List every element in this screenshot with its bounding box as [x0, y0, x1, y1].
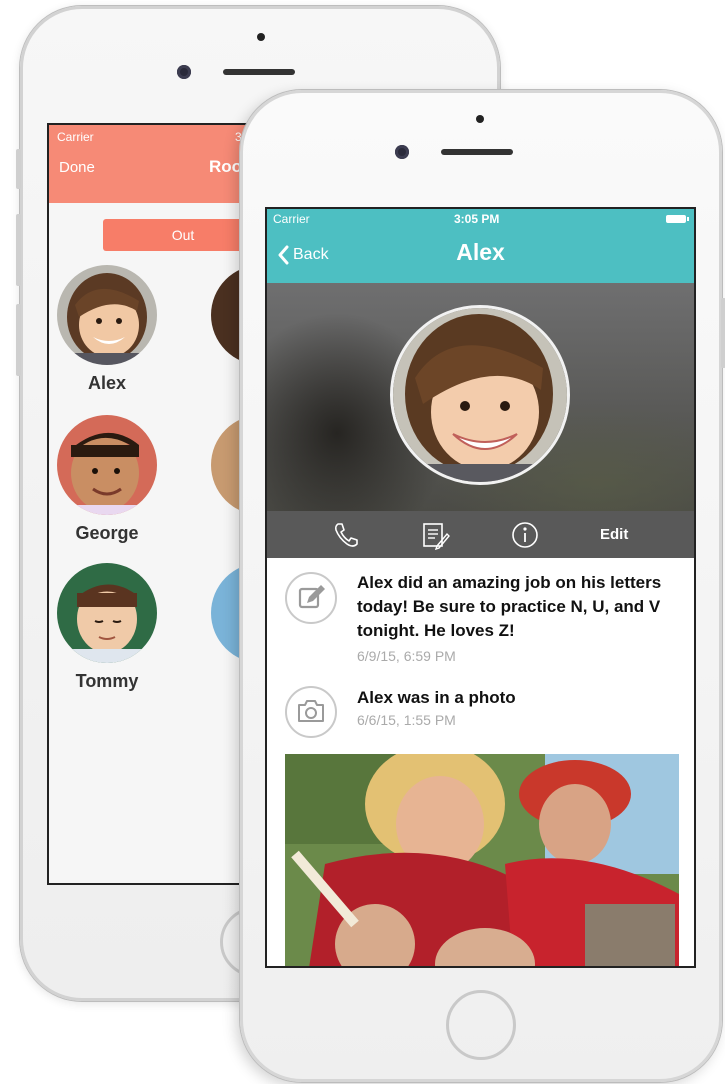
front-nav-bar: Carrier 3:05 PM Back Alex — [267, 209, 694, 283]
camera-icon — [285, 686, 337, 738]
student-avatar — [57, 415, 157, 515]
volume-up-button — [16, 214, 21, 286]
status-time: 3:05 PM — [454, 212, 500, 226]
front-camera — [177, 65, 191, 79]
activity-feed: Alex did an amazing job on his letters t… — [267, 558, 694, 966]
out-button[interactable]: Out — [103, 219, 263, 251]
feed-entry-time: 6/6/15, 1:55 PM — [357, 712, 456, 728]
feed-photo[interactable] — [285, 754, 679, 966]
student-avatar — [57, 265, 157, 365]
student-name: George — [75, 523, 139, 543]
feed-entry-text: Alex did an amazing job on his letters t… — [357, 573, 662, 640]
phone-icon[interactable] — [331, 520, 361, 550]
battery-icon — [666, 215, 689, 223]
profile-toolbar: Edit — [267, 511, 694, 558]
status-carrier: Carrier — [273, 212, 310, 226]
page-title: Alex — [456, 239, 505, 265]
student-card[interactable]: Tommy — [55, 563, 159, 692]
home-button[interactable] — [446, 990, 516, 1060]
done-button[interactable]: Done — [59, 159, 95, 176]
pencil-icon — [285, 572, 337, 624]
front-phone: Carrier 3:05 PM Back Alex Edit Alex did … — [240, 90, 725, 1082]
feed-entry-text: Alex was in a photo — [357, 688, 516, 707]
student-card[interactable]: Alex — [55, 265, 159, 394]
info-icon[interactable] — [510, 520, 540, 550]
earpiece-speaker — [223, 69, 295, 75]
front-screen: Carrier 3:05 PM Back Alex Edit Alex did … — [265, 207, 696, 968]
profile-photo[interactable] — [390, 305, 570, 485]
proximity-sensor — [476, 115, 484, 123]
notes-icon[interactable] — [420, 520, 450, 550]
back-nav-title: Roo — [209, 157, 243, 176]
feed-entry-time: 6/9/15, 6:59 PM — [357, 648, 456, 664]
student-avatar — [57, 563, 157, 663]
student-name: Alex — [87, 373, 127, 393]
mute-switch — [16, 149, 21, 189]
front-camera — [395, 145, 409, 159]
earpiece-speaker — [441, 149, 513, 155]
proximity-sensor — [257, 33, 265, 41]
student-name: Tommy — [75, 671, 139, 691]
power-button — [721, 298, 725, 368]
edit-button[interactable]: Edit — [600, 526, 628, 543]
profile-header — [267, 283, 694, 511]
student-card[interactable]: George — [55, 415, 159, 544]
status-carrier: Carrier — [57, 130, 94, 144]
volume-down-button — [16, 304, 21, 376]
